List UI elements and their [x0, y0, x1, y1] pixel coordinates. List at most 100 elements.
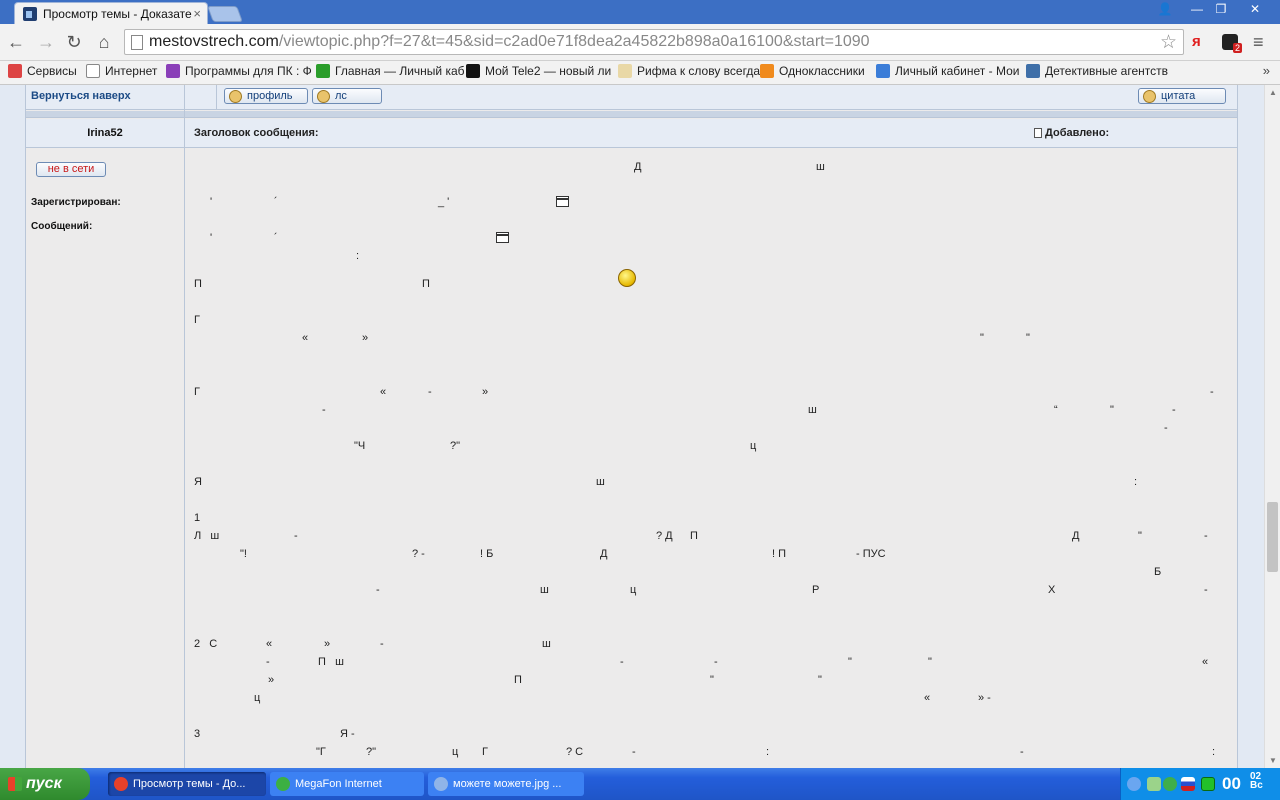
post-actions-row: Вернуться наверх профиль лс цитата — [26, 85, 1237, 110]
message-text-fragment: " — [928, 656, 932, 668]
message-text-fragment: ? С — [566, 746, 584, 758]
bookmark-icon — [876, 64, 890, 78]
profile-button[interactable]: профиль — [224, 88, 308, 104]
taskbar-item-image-viewer[interactable]: можете можете.jpg ... — [428, 772, 584, 796]
column-divider — [216, 85, 217, 110]
message-text-fragment: ´ — [274, 232, 278, 244]
bookmark-star-icon[interactable]: ☆ — [1160, 31, 1177, 54]
address-bar[interactable]: mestovstrech.com/viewtopic.php?f=27&t=45… — [124, 29, 1184, 55]
message-text-fragment: ш — [816, 161, 825, 173]
bookmark-item[interactable]: Личный кабинет - Мои — [876, 64, 1019, 78]
bookmark-label: Рифма к слову всегда — [637, 64, 761, 78]
bookmark-item[interactable]: Программы для ПК : Ф — [166, 64, 312, 78]
post-author-name[interactable]: Irina52 — [26, 127, 184, 139]
start-button[interactable]: пуск — [0, 768, 90, 800]
reload-icon[interactable]: ↻ — [64, 32, 84, 52]
status-tray-icon[interactable] — [1201, 777, 1215, 791]
megafon-tray-icon[interactable] — [1163, 777, 1177, 791]
bookmark-icon — [86, 64, 100, 78]
message-text-fragment: ц — [630, 584, 637, 596]
message-text-fragment: Р — [812, 584, 820, 596]
offline-status-button[interactable]: не в сети — [36, 162, 106, 177]
registered-label: Зарегистрирован: — [31, 197, 121, 208]
message-text-fragment: - — [294, 530, 298, 542]
yandex-extension-icon[interactable]: я — [1192, 33, 1201, 50]
message-text-fragment: Я - — [340, 728, 355, 740]
minimize-button[interactable]: — — [1184, 0, 1210, 19]
embedded-window-icon[interactable] — [556, 196, 569, 207]
tab-close-icon[interactable]: × — [193, 6, 201, 21]
tray-expand-icon[interactable] — [1127, 777, 1141, 791]
profile-user-icon[interactable]: 👤 — [1152, 0, 1178, 19]
language-flag-icon[interactable] — [1181, 777, 1195, 791]
message-text-fragment: - — [322, 404, 326, 416]
taskbar-item-browser[interactable]: Просмотр темы - До... — [108, 772, 266, 796]
message-text-fragment: ?" — [450, 440, 461, 452]
bookmark-icon — [466, 64, 480, 78]
back-arrow-icon[interactable]: ← — [6, 32, 26, 52]
bookmark-item[interactable]: Одноклассники — [760, 64, 865, 78]
browser-menu-icon[interactable]: ≡ — [1253, 32, 1264, 53]
message-text-fragment: " — [1110, 404, 1114, 416]
message-text-fragment: - — [380, 638, 384, 650]
message-text-fragment: : — [356, 250, 360, 262]
bookmark-item[interactable]: Сервисы — [8, 64, 77, 78]
message-text-fragment: П — [690, 530, 698, 542]
home-icon[interactable]: ⌂ — [94, 32, 114, 52]
bookmark-item[interactable]: Интернет — [86, 64, 157, 78]
message-text-fragment: - — [1204, 530, 1208, 542]
smiley-emoticon-icon — [618, 269, 636, 287]
bookmarks-more-chevron-icon[interactable]: » — [1263, 63, 1270, 78]
bookmark-icon — [1026, 64, 1040, 78]
taskbar-item-megafon[interactable]: MegaFon Internet — [270, 772, 424, 796]
message-text-fragment: " — [1026, 332, 1030, 344]
tab-title: Просмотр темы - Доказате — [43, 6, 192, 21]
message-text-fragment: - — [1020, 746, 1024, 758]
bookmark-label: Одноклассники — [779, 64, 865, 78]
message-text-fragment: П — [194, 278, 202, 290]
maximize-button[interactable]: ❐ — [1208, 0, 1234, 19]
back-to-top-link[interactable]: Вернуться наверх — [31, 90, 131, 102]
scroll-up-arrow-icon[interactable]: ▲ — [1269, 88, 1277, 97]
message-text-fragment: « — [266, 638, 273, 650]
bookmark-item[interactable]: Мой Tele2 — новый ли — [466, 64, 611, 78]
quote-button[interactable]: цитата — [1138, 88, 1226, 104]
megafon-icon — [276, 777, 290, 791]
bookmark-icon — [760, 64, 774, 78]
new-tab-button[interactable] — [207, 6, 243, 22]
scrollbar-thumb[interactable] — [1267, 502, 1278, 572]
message-text-fragment: ш — [542, 638, 551, 650]
scroll-down-arrow-icon[interactable]: ▼ — [1269, 756, 1277, 765]
forward-arrow-icon[interactable]: → — [36, 32, 56, 52]
private-message-button-label: лс — [335, 90, 347, 102]
site-favicon-icon — [23, 6, 37, 21]
bookmark-label: Сервисы — [27, 64, 77, 78]
message-text-fragment: П ш — [318, 656, 344, 668]
bookmark-item[interactable]: Рифма к слову всегда — [618, 64, 760, 78]
clock-hours[interactable]: 00 — [1222, 774, 1241, 794]
clock-minutes[interactable]: 02 Вс — [1250, 772, 1263, 791]
private-message-button[interactable]: лс — [312, 88, 382, 104]
taskbar-item-label: MegaFon Internet — [295, 778, 382, 790]
close-window-button[interactable]: ✕ — [1232, 0, 1278, 19]
start-button-label: пуск — [26, 775, 62, 792]
message-text-fragment: « — [924, 692, 931, 704]
taskbar-item-label: можете можете.jpg ... — [453, 778, 562, 790]
message-text-fragment: Д — [1072, 530, 1080, 542]
network-icon[interactable] — [1147, 777, 1161, 791]
message-text-fragment: - — [266, 656, 270, 668]
address-url[interactable]: mestovstrech.com/viewtopic.php?f=27&t=45… — [149, 33, 870, 51]
page-scrollbar[interactable]: ▲ ▼ — [1264, 85, 1280, 768]
embedded-window-icon[interactable] — [496, 232, 509, 243]
browser-toolbar: ← → ↻ ⌂ mestovstrech.com/viewtopic.php?f… — [0, 24, 1280, 61]
message-text-fragment: ц — [750, 440, 757, 452]
message-text-fragment: Д — [634, 161, 642, 173]
message-text-fragment: - — [714, 656, 718, 668]
message-text-fragment: ш — [596, 476, 605, 488]
bookmark-item[interactable]: Детективные агентств — [1026, 64, 1168, 78]
bookmark-item[interactable]: Главная — Личный каб — [316, 64, 465, 78]
message-text-fragment: Х — [1048, 584, 1056, 596]
browser-tab-active[interactable]: Просмотр темы - Доказате × — [14, 2, 208, 24]
bookmark-label: Мой Tele2 — новый ли — [485, 64, 612, 78]
bookmark-icon — [166, 64, 180, 78]
